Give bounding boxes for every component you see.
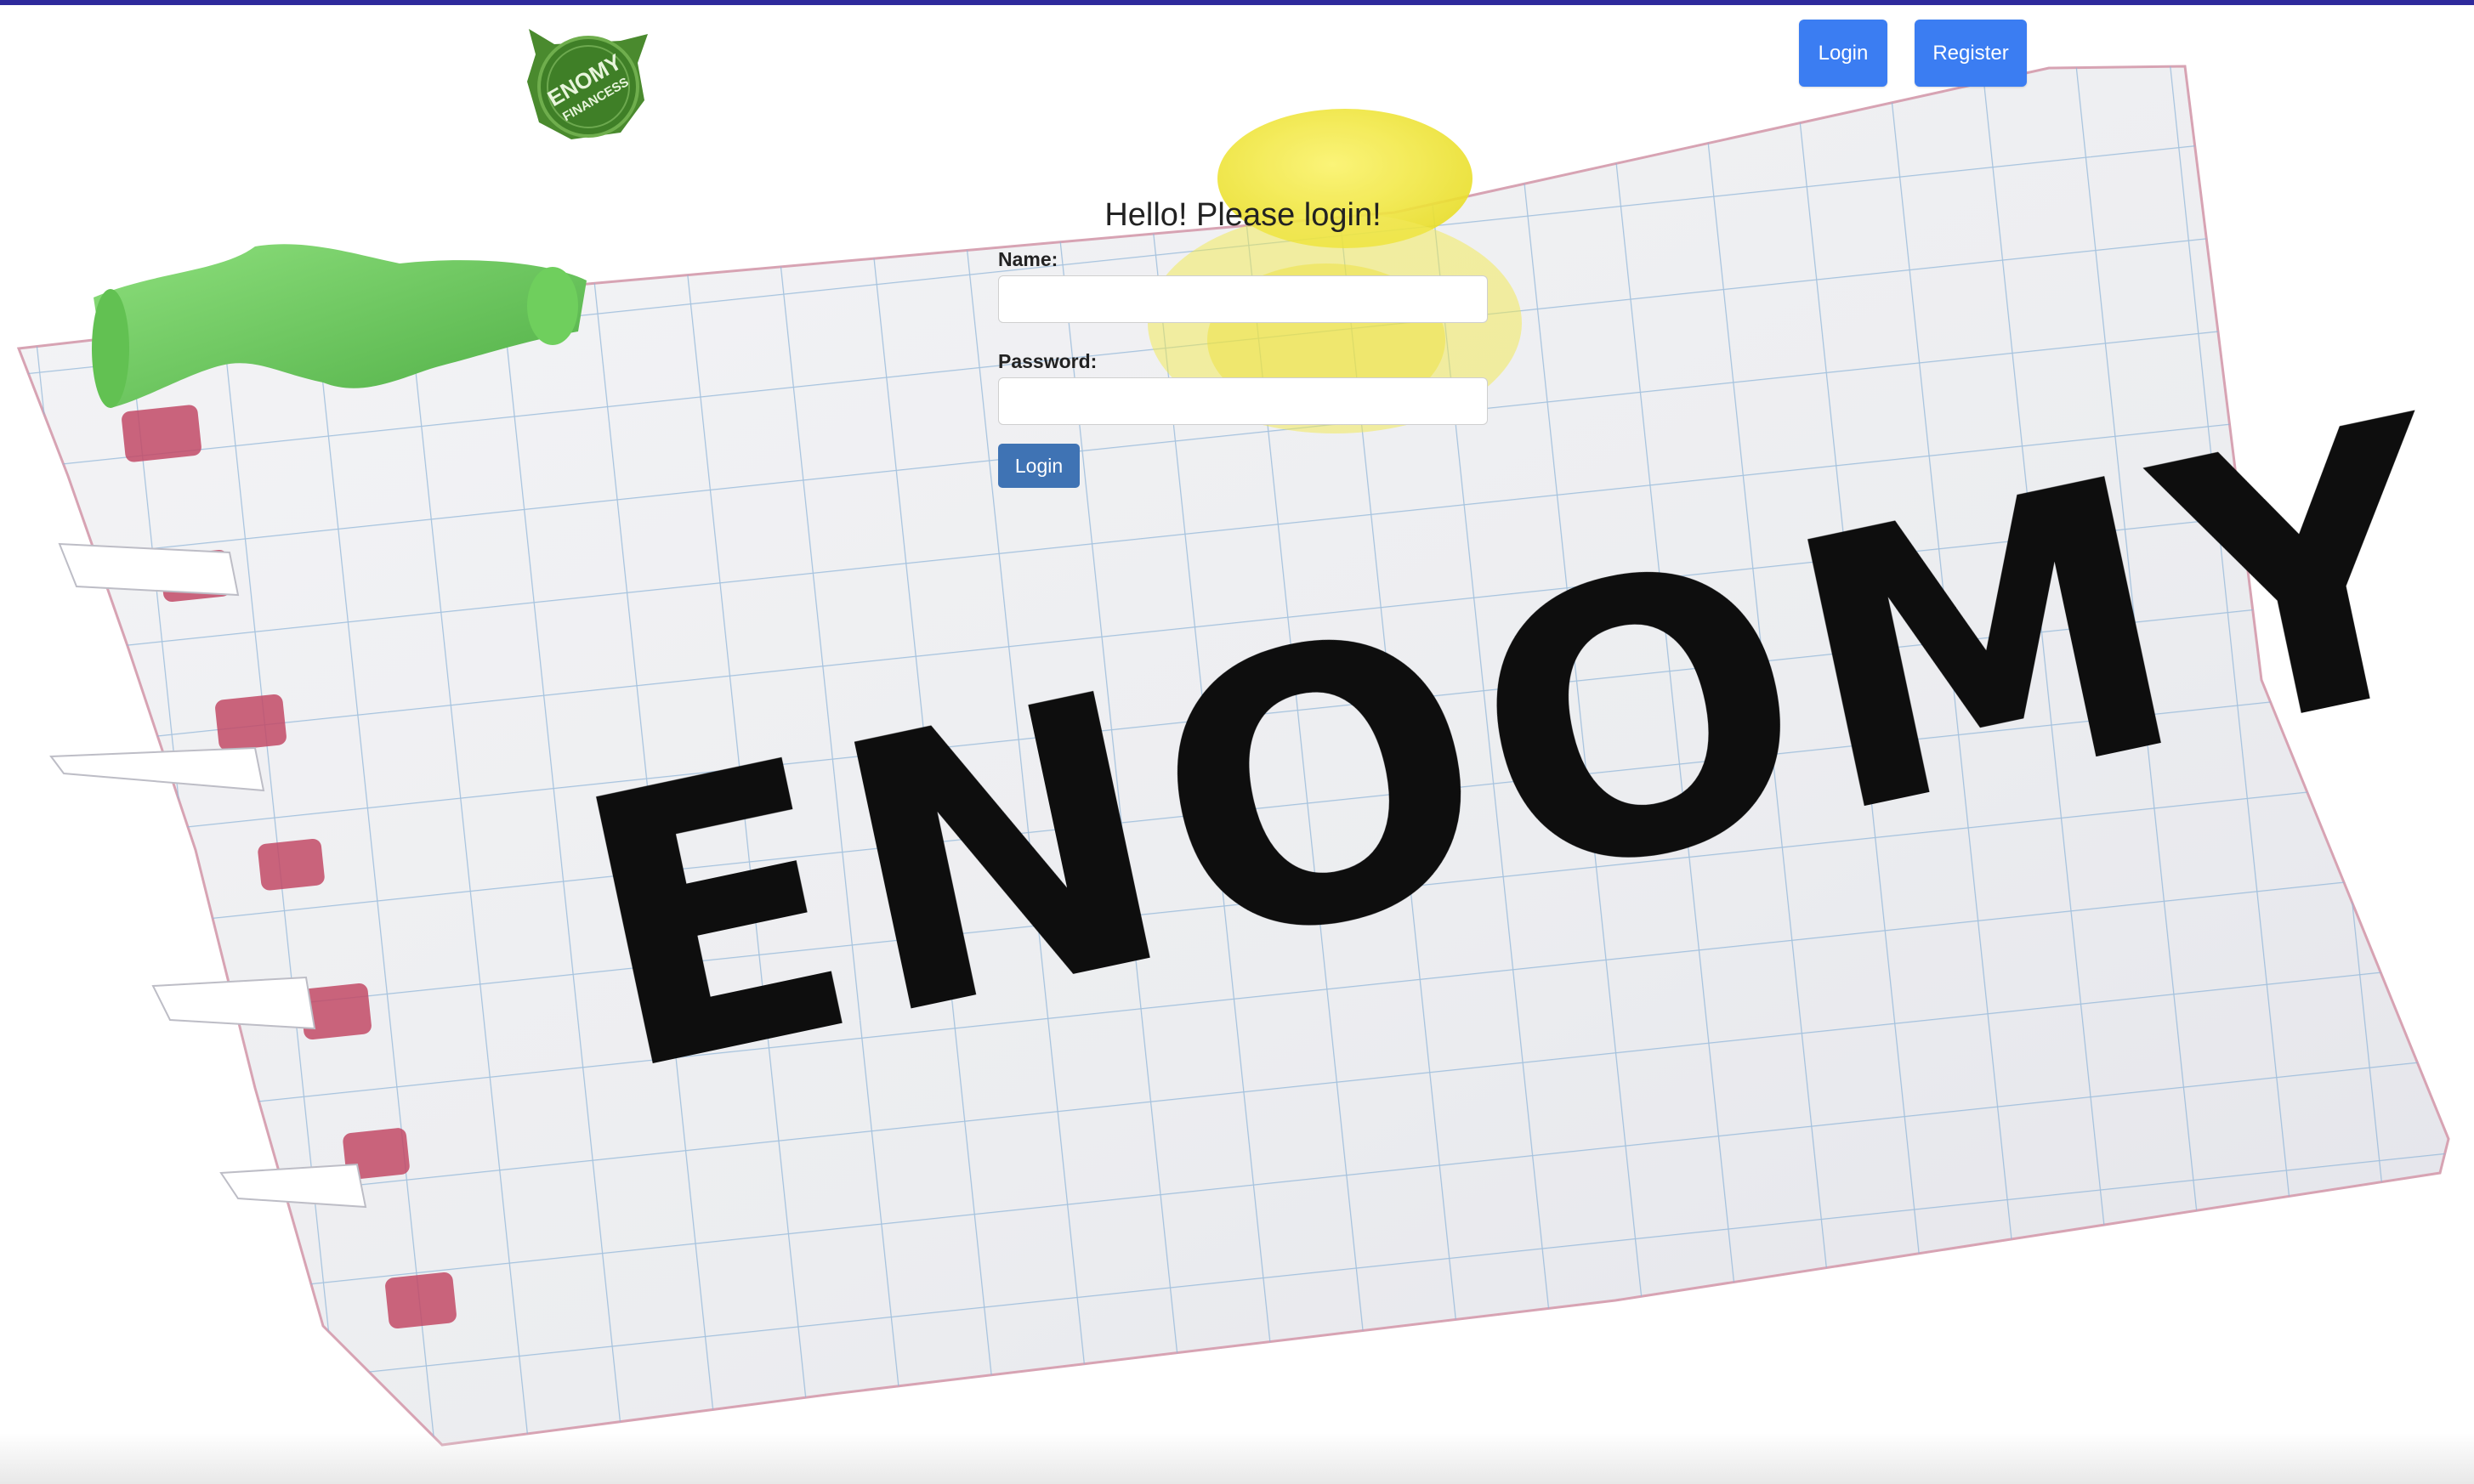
password-input[interactable] (998, 377, 1488, 425)
nav-register-button[interactable]: Register (1915, 20, 2027, 87)
top-accent-bar (0, 0, 2474, 5)
name-input[interactable] (998, 275, 1488, 323)
bottom-fade (0, 1433, 2474, 1484)
nav-login-button[interactable]: Login (1799, 20, 1887, 87)
site-header: ENOMY FINANCESS Login Register (0, 0, 2474, 144)
login-title: Hello! Please login! (1104, 197, 1382, 233)
name-label: Name: (998, 248, 1058, 270)
login-form: Hello! Please login! Name: Password: Log… (998, 187, 1488, 488)
login-submit-button[interactable]: Login (998, 444, 1080, 488)
enomy-financess-logo-icon[interactable]: ENOMY FINANCESS (520, 22, 656, 141)
page: ENOOMY ENOMY FINANCESS Login Register He… (0, 0, 2474, 1484)
password-label: Password: (998, 350, 1098, 372)
